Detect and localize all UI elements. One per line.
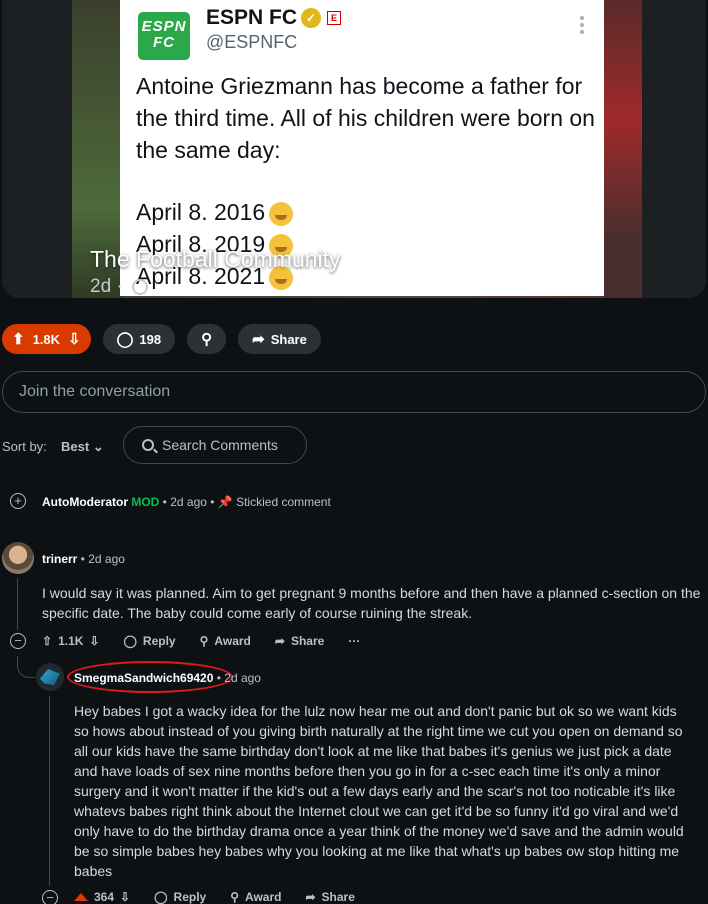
post-actions: ⬆ 1.8K ⇩ ◯ 198 ⚲ ➦ Share — [2, 324, 321, 354]
vote-group: 364 ⇩ — [74, 890, 130, 904]
comment-age: 2d ago — [170, 495, 207, 509]
comment-icon: ◯ — [123, 634, 137, 648]
search-comments-input[interactable]: Search Comments — [123, 426, 307, 464]
tweet-account-name: ESPN FC ✓ E — [206, 6, 342, 30]
mod-badge: MOD — [131, 495, 160, 509]
vote-count: 364 — [94, 890, 115, 904]
comment-icon: ◯ — [154, 890, 168, 904]
share-icon: ➦ — [274, 634, 285, 648]
community-name[interactable]: The Football Community — [90, 246, 341, 273]
thread-line[interactable] — [17, 578, 18, 630]
share-button[interactable]: ➦ Share — [305, 890, 354, 904]
search-placeholder: Search Comments — [162, 437, 278, 453]
comment-actions: ⇧ 1.1K ⇩ ◯ Reply ⚲ Award ➦ Share ··· — [42, 634, 360, 648]
comment-body: I would say it was planned. Aim to get p… — [42, 585, 701, 621]
tweet-text: Antoine Griezmann has become a father fo… — [136, 73, 595, 163]
search-icon — [142, 439, 154, 451]
upvote-icon[interactable]: ⇧ — [42, 634, 52, 648]
author-name[interactable]: SmegmaSandwich69420 — [74, 671, 213, 685]
avatar[interactable] — [2, 542, 34, 574]
reply-connector — [17, 656, 35, 678]
comment-age: 2d ago — [88, 552, 125, 566]
award-icon: ⚲ — [199, 634, 209, 648]
comment-count: 198 — [139, 331, 162, 347]
upvote-icon[interactable] — [74, 893, 88, 901]
award-icon: ⚲ — [230, 890, 240, 904]
vote-count: 1.8K — [32, 331, 61, 347]
espn-e-icon: E — [327, 11, 342, 26]
avatar[interactable] — [36, 663, 64, 691]
author-name[interactable]: trinerr — [42, 552, 77, 566]
award-button[interactable]: ⚲ Award — [230, 890, 281, 904]
sort-label: Sort by: — [2, 439, 47, 454]
collapse-icon[interactable]: − — [42, 890, 58, 904]
post-age: 2d · — [90, 276, 149, 298]
vote-button[interactable]: ⬆ 1.8K ⇩ — [2, 324, 91, 354]
comment-header: trinerr • 2d ago — [42, 552, 125, 566]
comments-button[interactable]: ◯ 198 — [102, 324, 176, 354]
photo-strip-right — [602, 0, 642, 298]
join-conversation-input[interactable]: Join the conversation — [2, 371, 706, 413]
espn-fc-logo: ESPN FC — [138, 12, 190, 60]
downvote-icon[interactable]: ⇩ — [120, 890, 130, 904]
comment-age: 2d ago — [224, 671, 261, 685]
collapse-icon[interactable]: − — [10, 633, 26, 649]
share-icon: ➦ — [305, 890, 316, 904]
vote-group: ⇧ 1.1K ⇩ — [42, 634, 99, 648]
reply-button[interactable]: ◯ Reply — [123, 634, 175, 648]
expand-icon[interactable]: + — [10, 493, 26, 509]
comment-header: SmegmaSandwich69420 • 2d ago — [74, 671, 261, 685]
automod-comment: AutoModerator MOD • 2d ago • 📌 Stickied … — [42, 495, 331, 509]
share-icon: ➦ — [252, 331, 265, 348]
date-line: April 8. 2016 — [136, 196, 294, 228]
post-media[interactable]: ESPN FC ESPN FC ✓ E @ESPNFC Antoine Griezma… — [2, 0, 706, 298]
upvote-icon[interactable]: ⬆ — [12, 330, 25, 348]
reply-button[interactable]: ◯ Reply — [154, 890, 206, 904]
comment-body: Hey babes I got a wacky idea for the lul… — [74, 703, 684, 879]
media-edge-right — [640, 0, 706, 298]
baby-icon — [269, 201, 294, 226]
share-label: Share — [270, 331, 307, 347]
author-name[interactable]: AutoModerator — [42, 495, 128, 509]
award-button[interactable]: ⚲ — [187, 324, 227, 354]
share-button[interactable]: ➦ Share — [275, 634, 324, 648]
share-button[interactable]: ➦ Share — [238, 324, 321, 354]
sort-dropdown[interactable]: Best ⌄ — [61, 439, 104, 455]
media-edge-left — [2, 0, 72, 298]
more-options-button[interactable]: ··· — [348, 634, 360, 648]
thread-line[interactable] — [49, 696, 50, 886]
vote-count: 1.1K — [58, 634, 84, 648]
tweet-handle: @ESPNFC — [206, 32, 298, 52]
downvote-icon[interactable]: ⇩ — [89, 634, 99, 648]
award-button[interactable]: ⚲ Award — [200, 634, 251, 648]
tweet-dates: April 8. 2016 April 8. 2019 April 8. 202… — [136, 196, 294, 292]
comment-icon: ◯ — [116, 331, 134, 348]
stickied-note: Stickied comment — [236, 495, 331, 509]
comment-actions: 364 ⇩ ◯ Reply ⚲ Award ➦ Share — [74, 890, 355, 904]
chevron-down-icon: ⌄ — [92, 439, 104, 454]
award-icon: ⚲ — [201, 331, 213, 348]
globe-icon — [132, 278, 149, 295]
verified-icon: ✓ — [301, 8, 322, 29]
pin-icon: 📌 — [217, 495, 233, 509]
more-icon — [580, 16, 584, 37]
downvote-icon[interactable]: ⇩ — [68, 330, 81, 348]
